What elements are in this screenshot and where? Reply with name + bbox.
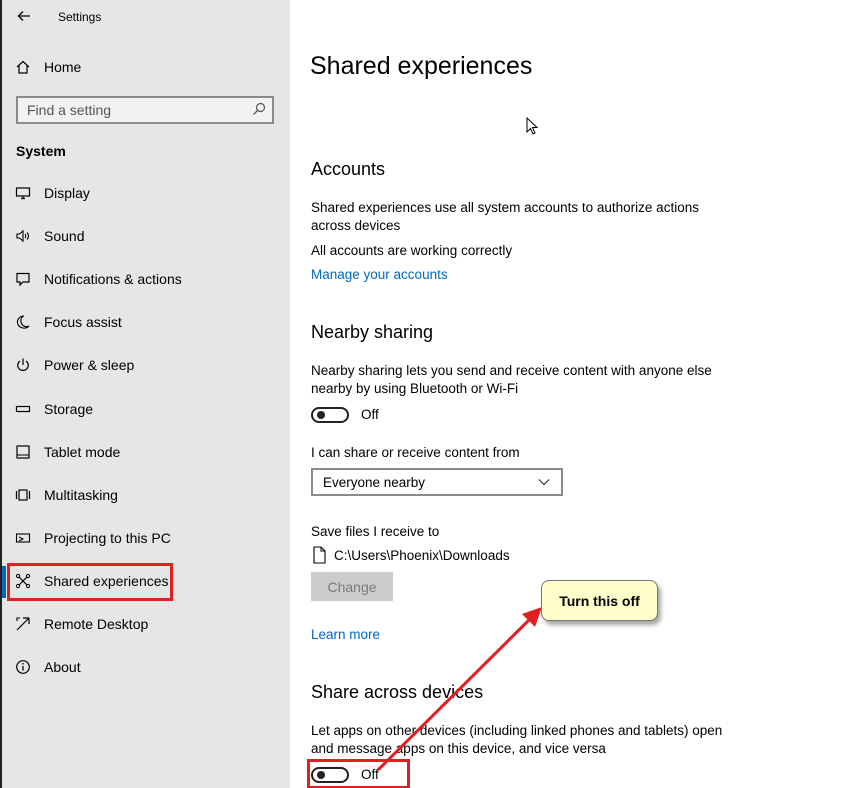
annotation-arrow	[376, 607, 542, 772]
annotation-callout: Turn this off	[541, 580, 658, 621]
